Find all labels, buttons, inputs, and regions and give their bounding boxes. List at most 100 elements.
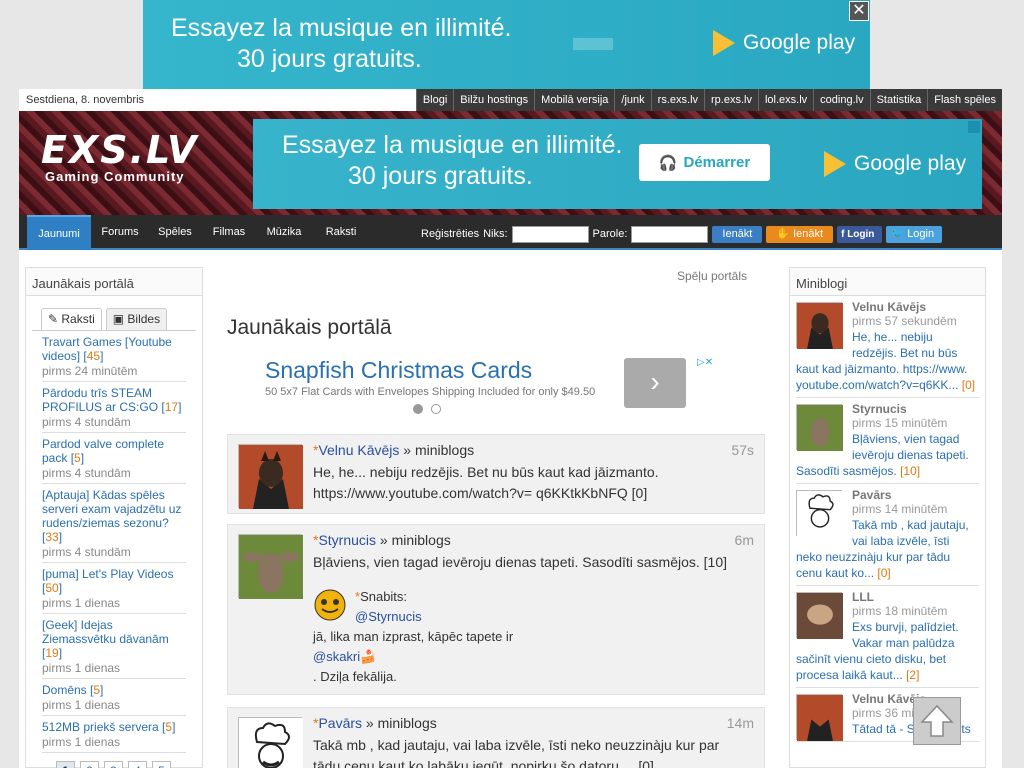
top-link-rs[interactable]: rs.exs.lv [650, 89, 705, 111]
miniblog-author[interactable]: Velnu Kāvējs [852, 300, 979, 314]
avatar[interactable] [796, 490, 843, 537]
alt-login-button[interactable]: ✋ Ienākt [766, 225, 834, 243]
list-item[interactable]: [Aptauja] Kādas spēles serveri exam vaja… [42, 484, 186, 563]
tab-bildes-left[interactable]: ▣ Bildes [105, 308, 168, 330]
page-4[interactable]: 4 [128, 761, 147, 768]
post-header: *Styrnucis » miniblogs [313, 532, 451, 548]
tab-filmas[interactable]: Filmas [203, 215, 255, 250]
post-user-link[interactable]: Velnu Kāvējs [318, 442, 399, 458]
top-link-flash-speles[interactable]: Flash spēles [927, 89, 1002, 111]
ad-choices-icon[interactable]: ▷✕ [697, 357, 713, 368]
list-item[interactable]: [puma] Let's Play Videos [50] pirms 1 di… [42, 563, 186, 614]
carousel-dot[interactable] [413, 404, 423, 414]
password-field[interactable] [631, 225, 709, 243]
snapfish-ad[interactable]: Snapfish Christmas Cards 50 5x7 Flat Car… [265, 357, 713, 415]
miniblog-item[interactable]: LLL pirms 18 minūtēm Exs burvji, palīdzi… [796, 586, 979, 688]
scroll-to-top-button[interactable] [913, 697, 961, 745]
list-item[interactable]: Pardod valve complete pack [5] pirms 4 s… [42, 433, 186, 484]
item-title[interactable]: Domēns [42, 683, 87, 697]
miniblog-author[interactable]: Styrnucis [852, 402, 979, 416]
google-play-badge[interactable]: Google play [713, 30, 855, 56]
facebook-login-button[interactable]: f Login [837, 225, 883, 243]
item-title[interactable]: Travart Games [Youtube videos] [42, 335, 172, 363]
carousel-dot[interactable] [431, 404, 441, 414]
top-ad-banner[interactable]: Essayez la musique en illimité. 30 jours… [143, 0, 870, 89]
comment-user[interactable]: Snabits: [360, 589, 407, 604]
top-link-bilzu-hostings[interactable]: Bilžu hostings [453, 89, 535, 111]
miniblog-text[interactable]: kaut kad jāizmanto. https://www. youtube… [796, 362, 967, 392]
speļu-portals-link[interactable]: Spēļu portāls [677, 269, 747, 283]
ad-choices-icon[interactable] [968, 121, 980, 133]
tab-raksti[interactable]: Raksti [313, 215, 369, 250]
site-logo[interactable]: EXS.LV Gaming Community [41, 131, 198, 184]
top-link-blogi[interactable]: Blogi [415, 89, 454, 111]
miniblog-text[interactable]: neko neuzzinàju kur par tādu cenu kaut k… [796, 550, 950, 580]
avatar[interactable] [796, 694, 843, 741]
top-link-junk[interactable]: /junk [614, 89, 651, 111]
item-title[interactable]: Pārdodu trīs STEAM PROFILUS ar CS:GO [42, 386, 158, 414]
item-title[interactable]: [Geek] Idejas Ziemassvētku dāvanām [42, 618, 169, 646]
register-link[interactable]: Reģistrēties [421, 228, 479, 240]
pumpkin-avatar-icon[interactable] [313, 587, 347, 621]
miniblog-author[interactable]: Pavārs [852, 488, 979, 502]
page-3[interactable]: 3 [104, 761, 123, 768]
top-link-statistika[interactable]: Statistika [869, 89, 928, 111]
twitter-login-button[interactable]: 🐦 Login [886, 225, 943, 243]
list-item[interactable]: Pārdodu trīs STEAM PROFILUS ar CS:GO [17… [42, 382, 186, 433]
page-2[interactable]: 2 [80, 761, 99, 768]
login-button[interactable]: Ienākt [712, 225, 763, 243]
list-item[interactable]: 512MB priekš servera [5] pirms 1 dienas [42, 716, 186, 753]
avatar[interactable] [796, 404, 843, 451]
miniblog-item[interactable]: Pavārs pirms 14 minūtēm Takā mb , kad ja… [796, 484, 979, 586]
miniblog-text[interactable]: Sasodīti sasmējos. [796, 464, 897, 478]
top-link-coding[interactable]: coding.lv [813, 89, 870, 111]
list-item[interactable]: [Geek] Idejas Ziemassvētku dāvanām [19] … [42, 614, 186, 679]
banner-google-play-badge[interactable]: Google play [824, 151, 966, 177]
avatar[interactable] [796, 302, 843, 349]
tab-muzika[interactable]: Mūzika [257, 215, 311, 250]
miniblog-text-start[interactable]: Bļāviens, vien tagad ievēroju dienas tap… [852, 431, 979, 463]
top-link-lol[interactable]: lol.exs.lv [757, 89, 814, 111]
miniblog-item[interactable]: Velnu Kāvējs pirms 57 sekundēm He, he...… [796, 296, 979, 398]
post-type[interactable]: » miniblogs [376, 532, 451, 548]
banner-ad[interactable]: Essayez la musique en illimité. 30 jours… [253, 119, 982, 209]
tab-speles[interactable]: Spēles [149, 215, 201, 250]
close-icon[interactable]: ✕ [849, 1, 869, 21]
post-type[interactable]: » miniblogs [399, 442, 474, 458]
chevron-right-icon[interactable]: › [624, 358, 686, 408]
miniblog-text-start[interactable]: Exs burvji, palīdziet. Vakar man palūdza [852, 619, 979, 651]
avatar[interactable] [238, 717, 303, 768]
tab-raksti-left[interactable]: ✎ Raksti [41, 308, 102, 330]
mention-link[interactable]: @skakri [313, 649, 360, 664]
miniblog-text[interactable]: sačinīt vienu cieto disku, bet procesa l… [796, 652, 946, 682]
miniblog-author[interactable]: LLL [852, 590, 979, 604]
miniblog-item[interactable]: Styrnucis pirms 15 minūtēm Bļāviens, vie… [796, 398, 979, 484]
post-type[interactable]: » miniblogs [362, 715, 437, 731]
item-title[interactable]: 512MB priekš servera [42, 720, 159, 734]
top-link-mobila-versija[interactable]: Mobilā versija [534, 89, 615, 111]
avatar[interactable] [238, 444, 303, 509]
avatar[interactable] [238, 534, 303, 599]
avatar[interactable] [796, 592, 843, 639]
list-item[interactable]: Domēns [5] pirms 1 dienas [42, 679, 186, 716]
ad-graphic [573, 38, 613, 50]
page-5[interactable]: 5 [152, 761, 171, 768]
miniblog-text-start[interactable]: He, he... nebiju redzējis. Bet nu būs [852, 329, 979, 361]
post-user-link[interactable]: Styrnucis [318, 532, 376, 548]
item-title[interactable]: [Aptauja] Kādas spēles serveri exam vaja… [42, 488, 181, 530]
demarrer-button[interactable]: 🎧 Démarrer [639, 144, 770, 181]
item-title[interactable]: [puma] Let's Play Videos [42, 567, 173, 581]
mention-link[interactable]: @Styrnucis [355, 607, 422, 627]
list-item[interactable]: Travart Games [Youtube videos] [45] pirm… [42, 331, 186, 382]
username-field[interactable] [511, 225, 589, 243]
tab-jaunumi[interactable]: Jaunumi [27, 215, 91, 250]
tab-forums[interactable]: Forums [93, 215, 147, 250]
miniblog-text-start[interactable]: Takā mb , kad jautaju, vai laba izvēle, … [852, 517, 979, 549]
current-date: Sestdiena, 8. novembris [26, 94, 145, 106]
post-text-line2[interactable]: https://www.youtube.com/watch?v= q6KKtkK… [313, 483, 753, 504]
page-1[interactable]: 1 [56, 761, 75, 768]
logo-main: EXS.LV [41, 128, 199, 172]
top-link-rp[interactable]: rp.exs.lv [704, 89, 758, 111]
post-user-link[interactable]: Pavārs [318, 715, 362, 731]
item-title[interactable]: Pardod valve complete pack [42, 437, 164, 465]
